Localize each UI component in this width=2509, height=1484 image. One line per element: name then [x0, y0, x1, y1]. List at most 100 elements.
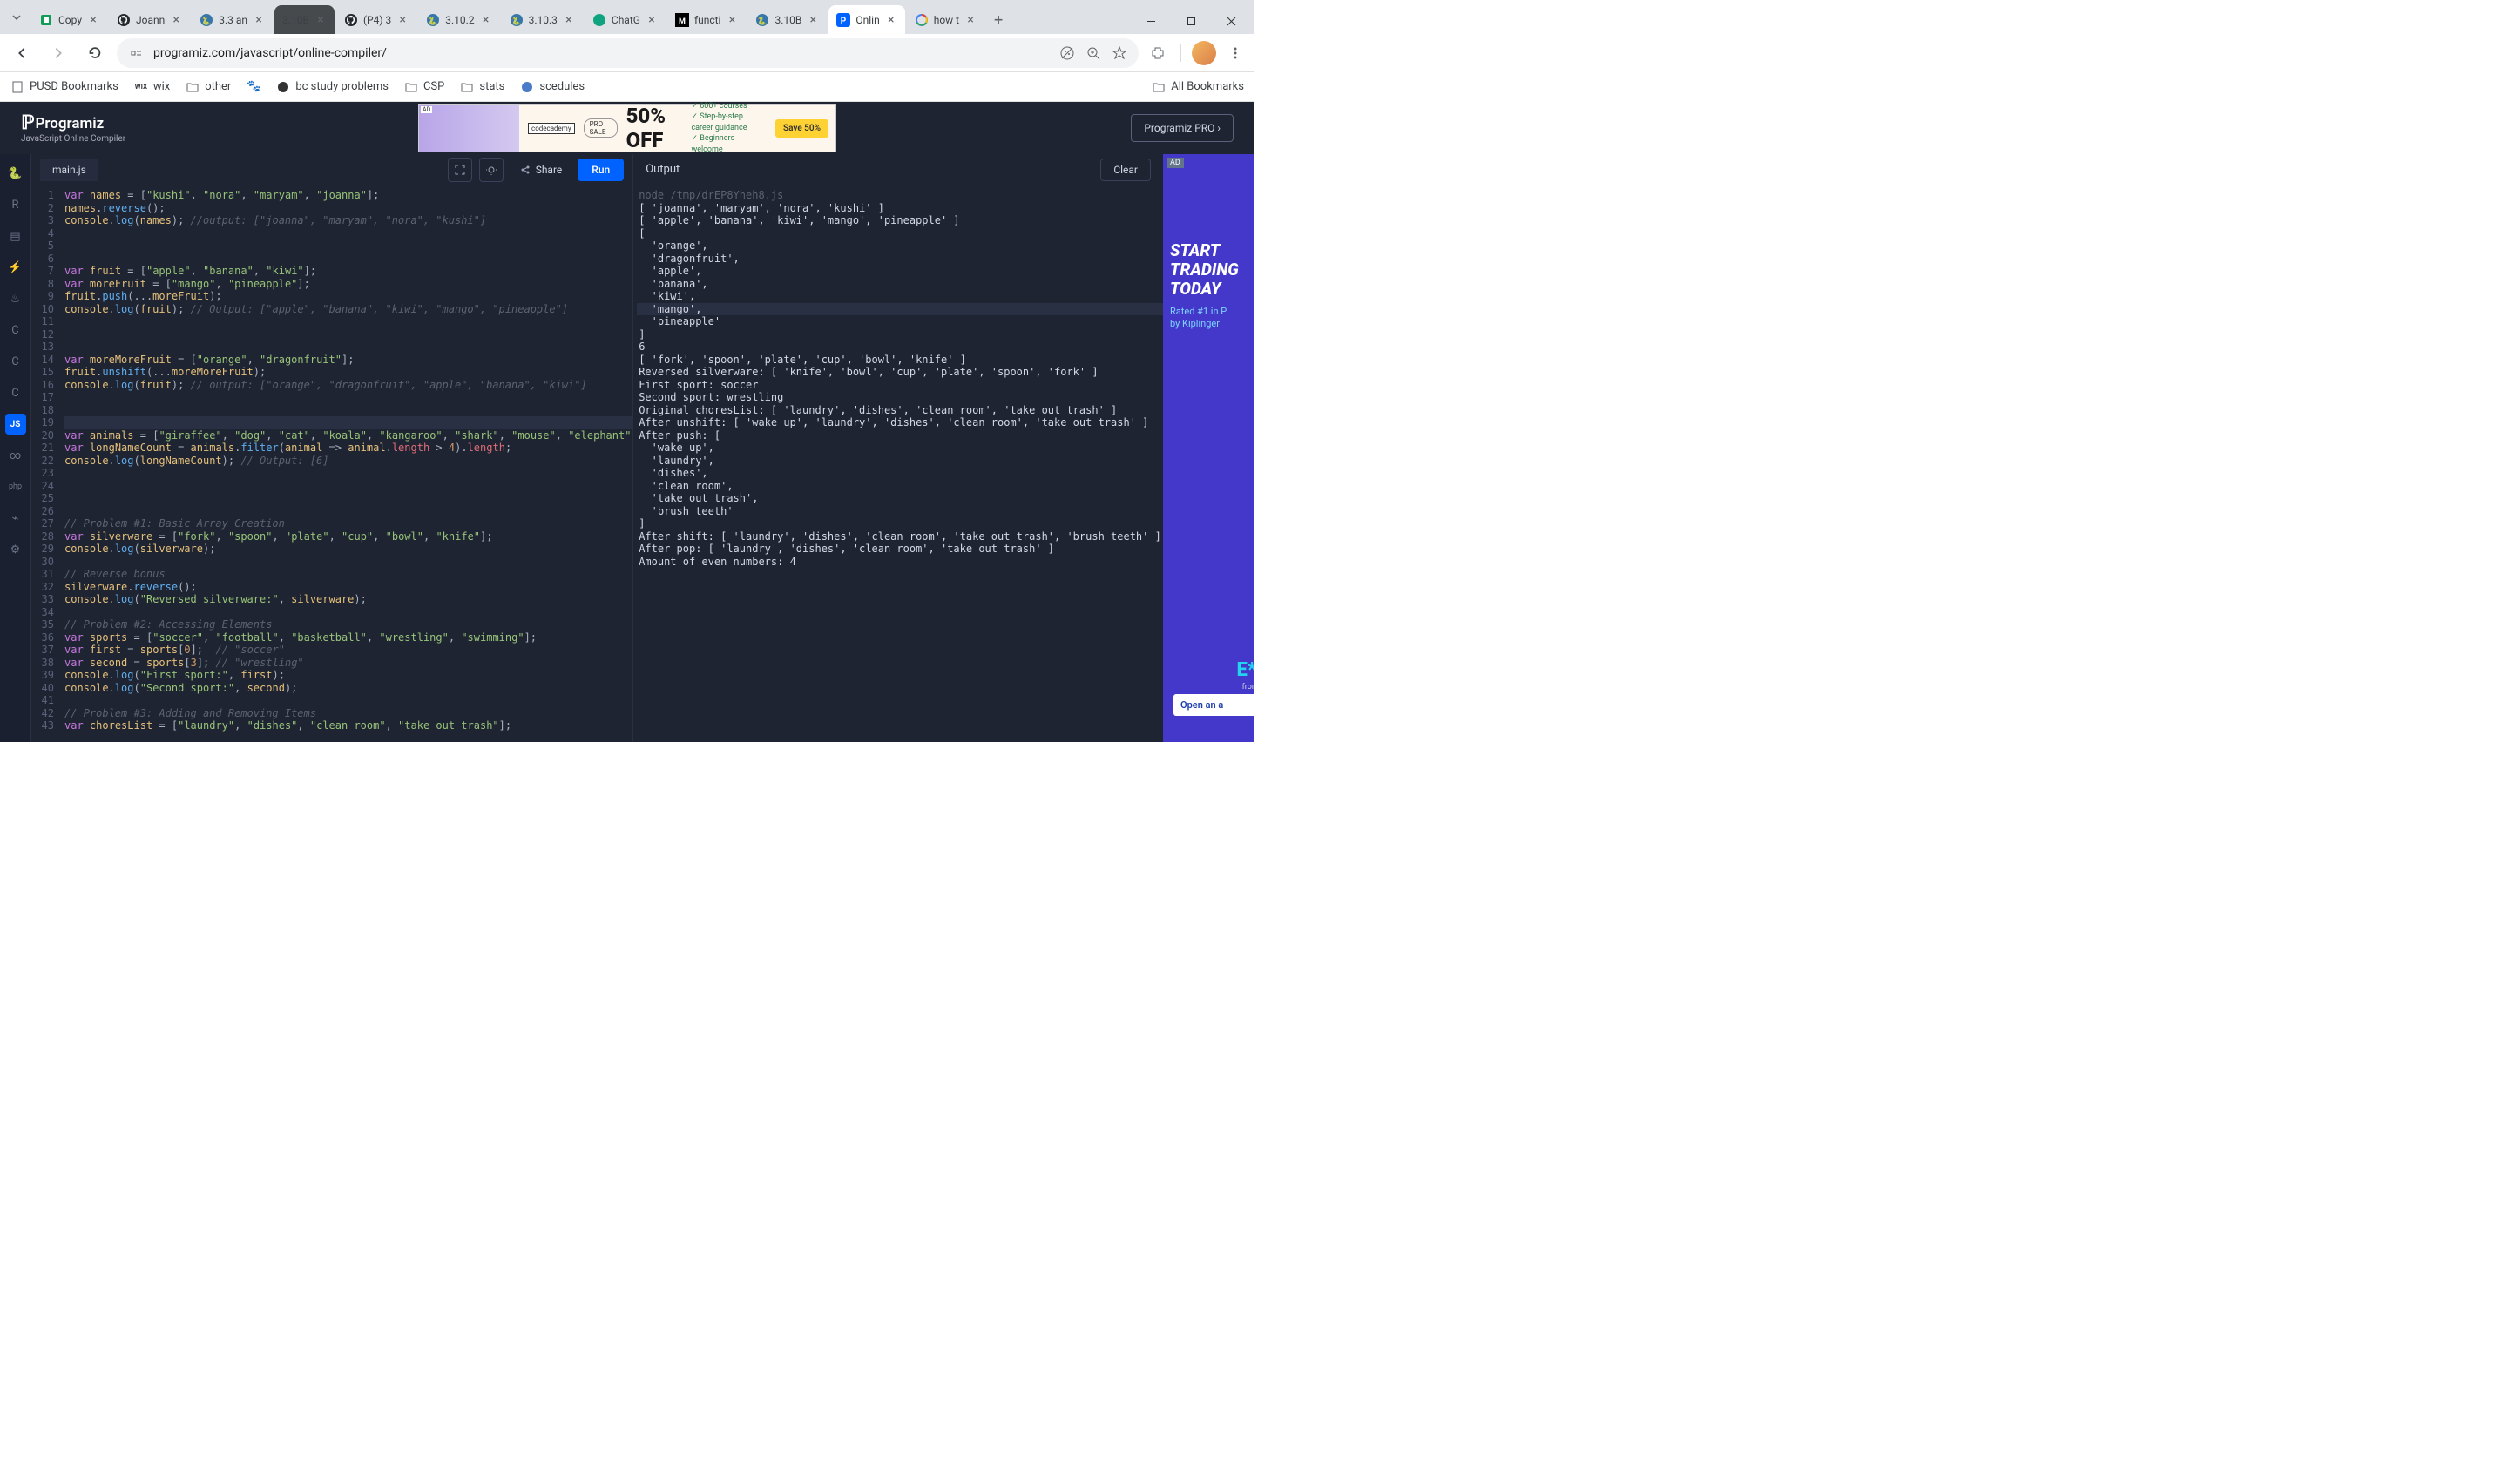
all-bookmarks-button[interactable]: All Bookmarks: [1152, 80, 1244, 94]
tab-close-icon[interactable]: ×: [964, 14, 977, 26]
code-line[interactable]: var sports = ["soccer", "football", "bas…: [64, 631, 632, 644]
file-tab[interactable]: main.js: [40, 159, 98, 181]
side-ad-cta[interactable]: Open an a: [1173, 694, 1254, 716]
cookie-blocked-icon[interactable]: [1058, 44, 1076, 62]
lang-r-icon[interactable]: R: [5, 194, 26, 215]
browser-tab[interactable]: how t×: [907, 5, 984, 34]
code-line[interactable]: [64, 315, 632, 328]
bookmark-item[interactable]: stats: [460, 80, 504, 94]
bookmark-item[interactable]: 🐾: [247, 80, 260, 94]
code-line[interactable]: var moreMoreFruit = ["orange", "dragonfr…: [64, 354, 632, 367]
ad-banner[interactable]: codecademy PRO SALE 50% OFF 600+ courses…: [418, 104, 836, 152]
code-line[interactable]: var first = sports[0]; // "soccer": [64, 644, 632, 657]
browser-tab[interactable]: Mfuncti×: [667, 5, 747, 34]
code-line[interactable]: var silverware = ["fork", "spoon", "plat…: [64, 530, 632, 543]
code-line[interactable]: var longNameCount = animals.filter(anima…: [64, 442, 632, 455]
bookmark-item[interactable]: scedules: [520, 80, 585, 94]
programiz-pro-button[interactable]: Programiz PRO ›: [1131, 114, 1234, 142]
code-line[interactable]: [64, 328, 632, 341]
code-line[interactable]: [64, 492, 632, 505]
close-window-button[interactable]: [1211, 8, 1251, 34]
theme-toggle-icon[interactable]: [479, 158, 504, 182]
browser-tab[interactable]: Joann×: [109, 5, 190, 34]
tab-close-icon[interactable]: ×: [646, 14, 658, 26]
code-line[interactable]: fruit.push(...moreFruit);: [64, 290, 632, 303]
browser-tab[interactable]: 🐍3.3 an×: [192, 5, 273, 34]
browser-tab[interactable]: ChatG×: [585, 5, 666, 34]
code-line[interactable]: var names = ["kushi", "nora", "maryam", …: [64, 189, 632, 202]
lang-html-icon[interactable]: ⚡: [5, 257, 26, 278]
code-line[interactable]: console.log(fruit); // output: ["orange"…: [64, 379, 632, 392]
lang-csharp-icon[interactable]: C: [5, 382, 26, 403]
sidebar-ad[interactable]: AD START TRADING TODAY Rated #1 in Pby K…: [1163, 154, 1254, 742]
lang-sql-icon[interactable]: ▤: [5, 226, 26, 246]
tab-close-icon[interactable]: ×: [87, 14, 99, 26]
tab-close-icon[interactable]: ×: [563, 14, 575, 26]
run-button[interactable]: Run: [578, 159, 624, 181]
code-line[interactable]: [64, 467, 632, 480]
code-line[interactable]: [64, 416, 632, 429]
bookmark-item[interactable]: WIXwix: [134, 80, 170, 94]
code-line[interactable]: [64, 404, 632, 417]
browser-tab[interactable]: 🐍3.10B×: [747, 5, 827, 34]
browser-tab[interactable]: 3.10B×: [274, 5, 335, 34]
code-editor[interactable]: 1234567891011121314151617181920212223242…: [31, 186, 632, 742]
code-line[interactable]: var choresList = ["laundry", "dishes", "…: [64, 719, 632, 732]
lang-c-icon[interactable]: C: [5, 320, 26, 341]
browser-tab[interactable]: POnlin×: [828, 5, 904, 34]
lang-swift-icon[interactable]: ⌁: [5, 508, 26, 529]
forward-button[interactable]: [44, 38, 73, 68]
bookmark-item[interactable]: CSP: [404, 80, 444, 94]
site-info-icon[interactable]: [127, 44, 145, 62]
url-bar[interactable]: programiz.com/javascript/online-compiler…: [117, 38, 1139, 68]
lang-cpp-icon[interactable]: C: [5, 351, 26, 372]
code-line[interactable]: // Problem #3: Adding and Removing Items: [64, 707, 632, 720]
code-line[interactable]: var fruit = ["apple", "banana", "kiwi"];: [64, 265, 632, 278]
profile-avatar[interactable]: [1192, 41, 1216, 65]
tab-close-icon[interactable]: ×: [885, 14, 897, 26]
new-tab-button[interactable]: +: [986, 8, 1011, 32]
code-line[interactable]: fruit.unshift(...moreMoreFruit);: [64, 366, 632, 379]
lang-go-icon[interactable]: ∞: [5, 445, 26, 466]
code-line[interactable]: // Problem #2: Accessing Elements: [64, 618, 632, 631]
code-line[interactable]: console.log(longNameCount); // Output: […: [64, 455, 632, 468]
code-line[interactable]: [64, 606, 632, 619]
code-line[interactable]: names.reverse();: [64, 202, 632, 215]
lang-php-icon[interactable]: php: [5, 476, 26, 497]
clear-button[interactable]: Clear: [1100, 159, 1151, 181]
code-line[interactable]: [64, 480, 632, 493]
code-line[interactable]: [64, 239, 632, 253]
tab-close-icon[interactable]: ×: [253, 14, 265, 26]
bookmark-star-icon[interactable]: [1111, 44, 1128, 62]
code-line[interactable]: [64, 694, 632, 707]
code-line[interactable]: [64, 391, 632, 404]
code-line[interactable]: [64, 341, 632, 354]
tab-close-icon[interactable]: ×: [807, 14, 819, 26]
tab-close-icon[interactable]: ×: [726, 14, 738, 26]
code-line[interactable]: console.log("Second sport:", second);: [64, 682, 632, 695]
code-line[interactable]: [64, 556, 632, 569]
code-line[interactable]: // Reverse bonus: [64, 568, 632, 581]
code-line[interactable]: console.log(fruit); // Output: ["apple",…: [64, 303, 632, 316]
code-line[interactable]: console.log(silverware);: [64, 543, 632, 556]
code-body[interactable]: var names = ["kushi", "nora", "maryam", …: [61, 186, 632, 742]
lang-js-icon[interactable]: JS: [5, 414, 26, 435]
browser-tab[interactable]: Copy×: [31, 5, 107, 34]
reload-button[interactable]: [80, 38, 110, 68]
code-line[interactable]: console.log(names); //output: ["joanna",…: [64, 214, 632, 227]
fullscreen-icon[interactable]: [448, 158, 472, 182]
code-line[interactable]: console.log("First sport:", first);: [64, 669, 632, 682]
lang-python-icon[interactable]: 🐍: [5, 163, 26, 184]
code-line[interactable]: [64, 227, 632, 240]
output-body[interactable]: node /tmp/drEP8Yheh8.js[ 'joanna', 'mary…: [633, 186, 1163, 742]
tab-close-icon[interactable]: ×: [170, 14, 182, 26]
lang-java-icon[interactable]: ♨: [5, 288, 26, 309]
code-line[interactable]: var second = sports[3]; // "wrestling": [64, 657, 632, 670]
code-line[interactable]: [64, 253, 632, 266]
share-button[interactable]: Share: [511, 159, 571, 180]
code-line[interactable]: var animals = ["giraffee", "dog", "cat",…: [64, 429, 632, 442]
bookmark-item[interactable]: other: [186, 80, 231, 94]
browser-tab[interactable]: (P4) 3×: [336, 5, 416, 34]
code-line[interactable]: silverware.reverse();: [64, 581, 632, 594]
code-line[interactable]: // Problem #1: Basic Array Creation: [64, 517, 632, 530]
